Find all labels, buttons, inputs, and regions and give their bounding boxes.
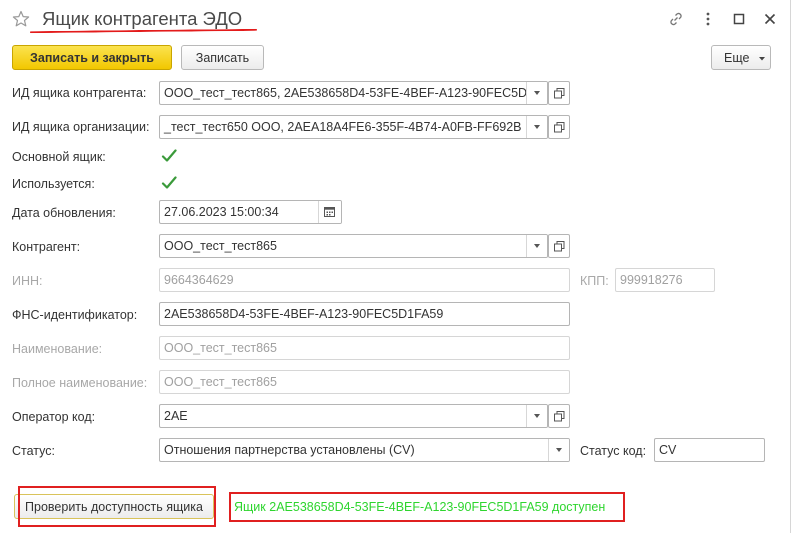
link-icon[interactable] (668, 11, 684, 27)
update-date-label: Дата обновления: (12, 206, 116, 220)
update-date-value: 27.06.2023 15:00:34 (164, 205, 279, 219)
more-vertical-icon[interactable] (700, 11, 716, 27)
chevron-down-icon[interactable] (526, 116, 547, 138)
more-button[interactable]: Еще (711, 45, 771, 70)
calendar-icon (324, 207, 335, 217)
counterparty-box-id-field[interactable]: ООО_тест_тест865, 2AE538658D4-53FE-4BEF-… (159, 81, 548, 105)
more-button-label: Еще (724, 50, 750, 65)
counterparty-label: Контрагент: (12, 240, 81, 254)
status-field[interactable]: Отношения партнерства установлены (CV) (159, 438, 570, 462)
open-form-icon (554, 122, 565, 133)
result-annotation-box (229, 492, 625, 522)
status-label: Статус: (12, 444, 55, 458)
open-form-icon (554, 88, 565, 99)
star-icon[interactable] (12, 10, 30, 28)
main-box-checkbox[interactable] (161, 148, 177, 164)
check-button-annotation-box (18, 486, 216, 527)
in-use-label: Используется: (12, 177, 95, 191)
status-value: Отношения партнерства установлены (CV) (164, 443, 415, 457)
fns-id-field[interactable]: 2AE538658D4-53FE-4BEF-A123-90FEC5D1FA59 (159, 302, 570, 326)
inn-label: ИНН: (12, 274, 43, 288)
operator-code-field[interactable]: 2AE (159, 404, 548, 428)
checkmark-icon (161, 176, 177, 189)
org-box-id-open-button[interactable] (548, 115, 570, 139)
org-box-id-field[interactable]: _тест_тест650 ООО, 2AEA18A4FE6-355F-4B74… (159, 115, 548, 139)
close-icon[interactable] (762, 11, 778, 27)
chevron-down-icon[interactable] (548, 439, 569, 461)
inn-value: 9664364629 (164, 273, 234, 287)
in-use-checkbox[interactable] (161, 175, 177, 191)
save-button[interactable]: Записать (181, 45, 264, 70)
chevron-down-icon[interactable] (526, 82, 547, 104)
main-box-label: Основной ящик: (12, 150, 106, 164)
operator-code-label: Оператор код: (12, 410, 96, 424)
operator-code-value: 2AE (164, 409, 188, 423)
status-code-value: CV (659, 443, 677, 457)
counterparty-box-id-value: ООО_тест_тест865, 2AE538658D4-53FE-4BEF-… (164, 86, 548, 100)
status-code-label: Статус код: (580, 444, 647, 458)
org-box-id-value: _тест_тест650 ООО, 2AEA18A4FE6-355F-4B74… (164, 120, 522, 134)
counterparty-box-id-label: ИД ящика контрагента: (12, 86, 147, 100)
checkmark-icon (161, 149, 177, 162)
full-name-field: ООО_тест_тест865 (159, 370, 570, 394)
form-window: Ящик контрагента ЭДО Записать и закрыть … (0, 0, 791, 533)
operator-code-open-button[interactable] (548, 404, 570, 428)
chevron-down-icon[interactable] (526, 235, 547, 257)
counterparty-field[interactable]: ООО_тест_тест865 (159, 234, 548, 258)
chevron-down-icon[interactable] (526, 405, 547, 427)
open-form-icon (554, 411, 565, 422)
open-form-icon (554, 241, 565, 252)
kpp-label: КПП: (580, 274, 609, 288)
status-code-field[interactable]: CV (654, 438, 765, 462)
full-name-value: ООО_тест_тест865 (164, 375, 277, 389)
fns-id-value: 2AE538658D4-53FE-4BEF-A123-90FEC5D1FA59 (164, 307, 444, 321)
org-box-id-label: ИД ящика организации: (12, 120, 150, 134)
inn-field: 9664364629 (159, 268, 570, 292)
counterparty-box-id-open-button[interactable] (548, 81, 570, 105)
full-name-label: Полное наименование: (12, 376, 148, 390)
maximize-icon[interactable] (731, 11, 747, 27)
name-value: ООО_тест_тест865 (164, 341, 277, 355)
fns-id-label: ФНС-идентификатор: (12, 308, 138, 322)
calendar-button[interactable] (318, 201, 341, 223)
update-date-field[interactable]: 27.06.2023 15:00:34 (159, 200, 342, 224)
kpp-field: 999918276 (615, 268, 715, 292)
title-bar: Ящик контрагента ЭДО (0, 0, 791, 40)
counterparty-value: ООО_тест_тест865 (164, 239, 277, 253)
counterparty-open-button[interactable] (548, 234, 570, 258)
chevron-down-icon (759, 57, 765, 61)
window-title: Ящик контрагента ЭДО (42, 8, 243, 29)
kpp-value: 999918276 (620, 273, 683, 287)
name-field: ООО_тест_тест865 (159, 336, 570, 360)
name-label: Наименование: (12, 342, 103, 356)
save-and-close-button[interactable]: Записать и закрыть (12, 45, 172, 70)
